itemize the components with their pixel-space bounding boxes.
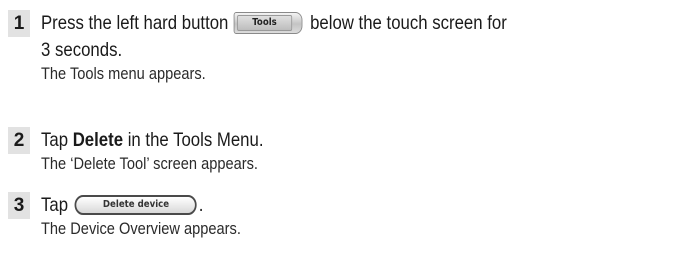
instruction-text: Press the left hard button: [41, 12, 229, 34]
tools-button-label: Tools: [236, 15, 293, 31]
instruction-text: below the touch screen for: [310, 12, 507, 34]
step-number: 3: [8, 192, 30, 219]
step-number: 2: [8, 127, 30, 154]
step-number: 1: [8, 10, 30, 37]
tools-hard-button: Tools: [233, 12, 303, 34]
instruction-text: Tap: [41, 129, 73, 151]
delete-emphasis: Delete: [72, 129, 124, 151]
step-instruction-continued: 3 seconds.: [41, 39, 123, 61]
instruction-text: Tap: [41, 194, 69, 216]
step-result: The Device Overview appears.: [41, 219, 241, 238]
step-result: The ‘Delete Tool’ screen appears.: [41, 154, 258, 173]
step-instruction: Tap Delete in the Tools Menu.: [41, 127, 263, 154]
step-result: The Tools menu appears.: [41, 64, 206, 83]
instruction-text: in the Tools Menu.: [123, 129, 264, 151]
instruction-text: .: [198, 194, 204, 216]
step-instruction: Tap Delete device.: [41, 192, 203, 219]
delete-device-button: Delete device: [74, 195, 198, 215]
step-instruction: Press the left hard button Tools below the…: [41, 10, 507, 37]
